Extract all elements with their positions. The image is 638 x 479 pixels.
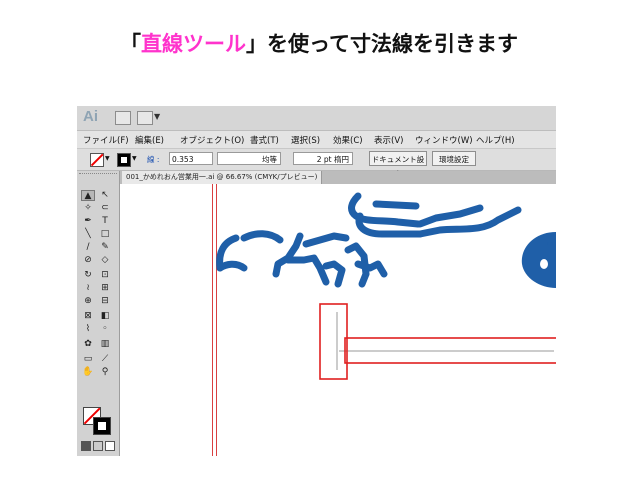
menu-select[interactable]: 選択(S) <box>291 134 320 146</box>
column-graph-icon[interactable]: ▥ <box>98 339 112 350</box>
rectangle-tool-icon[interactable]: □ <box>98 229 112 240</box>
bridge-button[interactable] <box>115 111 131 125</box>
artboard-tool-icon[interactable]: ▭ <box>81 354 95 365</box>
symbol-sprayer-icon[interactable]: ✿ <box>81 339 95 350</box>
artwork-stroke-heel <box>354 260 388 278</box>
line-segment-tool-icon[interactable]: ╲ <box>81 229 95 240</box>
rotate-tool-icon[interactable]: ↻ <box>81 270 95 281</box>
control-bar: ▼ ▼ 線 : 0.353 均等 2 pt 楕円 ドキュメント設定 環境設定 <box>77 149 556 179</box>
preferences-button[interactable]: 環境設定 <box>432 151 476 166</box>
selection-tool-icon[interactable]: ▲ <box>81 190 95 201</box>
blend-tool-icon[interactable]: ◦ <box>98 324 112 335</box>
menu-effect[interactable]: 効果(C) <box>333 134 363 146</box>
app-logo: Ai <box>83 108 98 125</box>
menu-help[interactable]: ヘルプ(H) <box>476 134 515 146</box>
artwork-stroke-arm <box>416 204 484 228</box>
eyedropper-icon[interactable]: ⌇ <box>81 324 95 335</box>
artwork-eye-highlight <box>540 259 548 269</box>
document-tab[interactable]: 001_かめれおん営業用一.ai @ 66.67% (CMYK/プレビュー) <box>122 171 323 184</box>
fill-swatch[interactable] <box>90 153 104 167</box>
artwork-stroke-claw <box>358 270 370 288</box>
magic-wand-icon[interactable]: ✧ <box>81 203 95 214</box>
menu-view[interactable]: 表示(V) <box>374 134 403 146</box>
tools-panel: ▲ ↖ ✧ ⊂ ✒ T ╲ □ ∕ ✎ ⊘ ◇ ↻ ⊡ ≀ ⊞ ⊕ ⊟ ⊠ ◧ ⌇ ◦ ✿ ▥ ▭ ⟋ ✋… <box>77 171 120 456</box>
shape-builder-icon[interactable]: ⊕ <box>81 296 95 307</box>
document-tab-bar: 001_かめれおん営業用一.ai @ 66.67% (CMYK/プレビュー) <box>77 171 556 184</box>
direct-selection-tool-icon[interactable]: ↖ <box>98 190 112 201</box>
free-transform-icon[interactable]: ⊞ <box>98 283 112 294</box>
artwork-stroke-foot-middle <box>344 242 370 278</box>
none-mode-button[interactable] <box>105 441 115 451</box>
document-canvas[interactable] <box>120 184 556 456</box>
app-bar: Ai ▼ <box>77 106 556 131</box>
brush-definition[interactable]: 2 pt 楕円 <box>293 152 353 165</box>
variable-width-profile[interactable]: 均等 <box>217 152 281 165</box>
fill-stroke-widget <box>83 407 113 437</box>
color-mode-buttons <box>81 441 115 451</box>
blob-brush-icon[interactable]: ⊘ <box>81 255 95 266</box>
menu-window[interactable]: ウィンドウ(W) <box>415 134 473 146</box>
pen-tool-icon[interactable]: ✒ <box>81 216 95 227</box>
heading-rest: 」を使って寸法線を引きます <box>246 32 518 56</box>
warp-tool-icon[interactable]: ≀ <box>81 283 95 294</box>
artwork-stroke-tail-curve <box>216 260 248 272</box>
menu-file[interactable]: ファイル(F) <box>83 134 129 146</box>
gradient-mode-button[interactable] <box>93 441 103 451</box>
stroke-box[interactable] <box>93 417 111 435</box>
blue-character-artwork <box>216 192 522 288</box>
stroke-weight-label: 線 : <box>147 155 160 164</box>
mesh-tool-icon[interactable]: ⊠ <box>81 311 95 322</box>
illustrator-screenshot: Ai ▼ ファイル(F) 編集(E) オブジェクト(O) 書式(T) 選択(S)… <box>77 106 556 456</box>
artwork-svg <box>216 192 556 380</box>
slide-heading: 「直線ツール」を使って寸法線を引きます <box>0 28 638 58</box>
chevron-down-icon[interactable]: ▼ <box>132 155 137 162</box>
dimension-line-group <box>319 303 556 380</box>
paintbrush-icon[interactable]: ∕ <box>81 242 95 253</box>
stroke-weight-input[interactable]: 0.353 <box>169 152 213 165</box>
pencil-icon[interactable]: ✎ <box>98 242 112 253</box>
color-mode-button[interactable] <box>81 441 91 451</box>
zoom-tool-icon[interactable]: ⚲ <box>98 367 112 378</box>
menu-type[interactable]: 書式(T) <box>250 134 279 146</box>
artwork-dot <box>547 241 553 247</box>
chevron-down-icon[interactable]: ▼ <box>154 112 160 121</box>
menu-bar: ファイル(F) 編集(E) オブジェクト(O) 書式(T) 選択(S) 効果(C… <box>77 131 556 149</box>
panel-grip[interactable] <box>79 173 117 178</box>
perspective-grid-icon[interactable]: ⊟ <box>98 296 112 307</box>
scale-tool-icon[interactable]: ⊡ <box>98 270 112 281</box>
type-tool-icon[interactable]: T <box>98 216 112 227</box>
hand-tool-icon[interactable]: ✋ <box>81 367 95 378</box>
arrange-documents-button[interactable] <box>137 111 153 125</box>
artwork-stroke-finger <box>372 200 420 210</box>
heading-open-bracket: 「 <box>120 32 142 56</box>
menu-edit[interactable]: 編集(E) <box>135 134 164 146</box>
menu-object[interactable]: オブジェクト(O) <box>180 134 244 146</box>
slice-tool-icon[interactable]: ⟋ <box>98 354 112 365</box>
lasso-icon[interactable]: ⊂ <box>98 203 112 214</box>
artwork-stroke-back <box>240 230 284 244</box>
heading-tool-name: 直線ツール <box>141 32 247 56</box>
artwork-stroke-foot-left <box>284 254 330 286</box>
gradient-tool-icon[interactable]: ◧ <box>98 311 112 322</box>
document-setup-button[interactable]: ドキュメント設定 <box>369 151 427 179</box>
artwork-blue-circle <box>521 232 556 288</box>
artwork-stroke-crossbar <box>302 232 350 248</box>
chevron-down-icon[interactable]: ▼ <box>105 155 110 162</box>
highlight-box-extension <box>319 303 348 380</box>
eraser-icon[interactable]: ◇ <box>98 255 112 266</box>
stroke-swatch[interactable] <box>117 153 131 167</box>
